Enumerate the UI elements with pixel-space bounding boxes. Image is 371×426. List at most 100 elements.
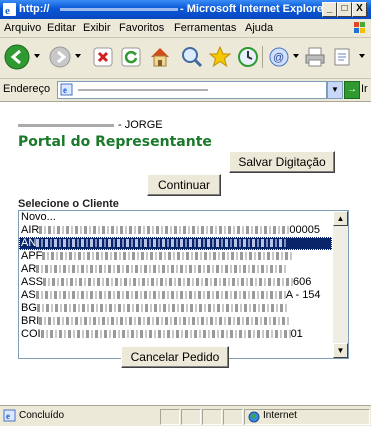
svg-text:e: e — [6, 411, 10, 421]
redacted-client-name — [40, 330, 291, 339]
client-listbox[interactable]: Novo... AIR 00005 AN APF AR ASS 606 AS A - 154 BG B… — [18, 210, 349, 359]
zone-pane: Internet — [244, 409, 370, 425]
client-option[interactable]: AR — [19, 263, 332, 276]
client-option-suffix: 01 — [290, 328, 303, 340]
client-option-prefix: COI — [21, 328, 41, 340]
globe-icon — [248, 411, 260, 423]
svg-text:e: e — [63, 85, 67, 95]
redacted-client-name — [42, 252, 293, 261]
client-option-prefix: AIR — [21, 224, 40, 236]
client-option-prefix: AN — [21, 237, 37, 249]
client-option-prefix: BRI — [21, 315, 40, 327]
forward-dropdown-icon[interactable] — [74, 52, 82, 60]
internet-explorer-icon: e — [3, 3, 16, 16]
status-pane-4 — [223, 409, 243, 425]
listbox-scrollbar[interactable]: ▲ ▼ — [333, 211, 348, 358]
go-button[interactable]: → — [344, 81, 360, 99]
svg-text:e: e — [5, 5, 10, 16]
client-option-prefix: ASS — [21, 276, 44, 288]
client-option[interactable]: APF — [19, 250, 332, 263]
zone-text: Internet — [263, 410, 297, 421]
address-dropdown-button[interactable]: ▼ — [327, 81, 343, 99]
client-option[interactable]: BG — [19, 302, 332, 315]
menu-favoritos[interactable]: Favoritos — [119, 22, 164, 34]
redacted-client-name — [35, 291, 286, 300]
go-label[interactable]: Ir — [361, 83, 368, 95]
address-label: Endereço — [3, 83, 51, 95]
print-icon[interactable] — [304, 46, 326, 68]
status-pane-2 — [181, 409, 201, 425]
home-icon[interactable] — [148, 45, 172, 69]
portal-title: Portal do Representante — [18, 134, 212, 150]
scroll-up-arrow-icon[interactable]: ▲ — [333, 211, 348, 226]
redacted-url — [78, 89, 208, 91]
stop-icon[interactable] — [92, 46, 114, 68]
svg-text:@: @ — [273, 52, 284, 64]
client-option-prefix: AR — [21, 263, 37, 275]
redacted-client-name — [36, 239, 287, 248]
client-option[interactable]: AN — [19, 237, 332, 250]
windows-logo-icon — [354, 22, 365, 33]
client-option-suffix: 606 — [293, 276, 312, 288]
toolbar-separator — [262, 46, 263, 68]
menu-arquivo[interactable]: Arquivo — [4, 22, 41, 34]
window-title-suffix: - Microsoft Internet Explorer — [180, 3, 328, 15]
continue-button[interactable]: Continuar — [147, 174, 221, 196]
search-icon[interactable] — [180, 45, 204, 69]
redacted-client-name — [43, 278, 294, 287]
page-done-icon: e — [3, 409, 16, 422]
edit-icon[interactable] — [332, 46, 354, 68]
address-bar: Endereço e ▼ → Ir — [0, 79, 371, 102]
menu-editar[interactable]: Editar — [47, 22, 76, 34]
client-option[interactable]: AS A - 154 — [19, 289, 332, 302]
menu-bar: Arquivo Editar Exibir Favoritos Ferramen… — [0, 19, 371, 38]
redacted-title-url — [60, 8, 178, 11]
address-input[interactable]: e — [57, 81, 327, 99]
redacted-client-name — [39, 226, 290, 235]
cancel-order-button[interactable]: Cancelar Pedido — [121, 346, 229, 368]
client-option-prefix: AS — [21, 289, 36, 301]
page-content: - JORGE Portal do Representante Salvar D… — [0, 102, 371, 405]
client-option[interactable]: BRI — [19, 315, 332, 328]
redacted-user-name — [18, 123, 114, 127]
scroll-down-arrow-icon[interactable]: ▼ — [333, 343, 348, 358]
status-text: Concluído — [19, 410, 65, 421]
client-list-items: Novo... AIR 00005 AN APF AR ASS 606 AS A - 154 BG B… — [19, 211, 332, 341]
edit-dropdown-icon[interactable] — [358, 52, 366, 60]
page-icon: e — [60, 83, 73, 96]
redacted-client-name — [36, 304, 287, 313]
back-icon[interactable] — [3, 43, 31, 71]
history-icon[interactable] — [236, 45, 260, 69]
select-client-label: Selecione o Cliente — [18, 198, 119, 210]
favorites-icon[interactable] — [208, 45, 232, 69]
client-option-suffix: A - 154 — [285, 289, 321, 301]
status-pane-3 — [202, 409, 222, 425]
menu-ajuda[interactable]: Ajuda — [245, 22, 273, 34]
client-option[interactable]: ASS 606 — [19, 276, 332, 289]
menu-ferramentas[interactable]: Ferramentas — [174, 22, 236, 34]
user-name-suffix: - JORGE — [118, 119, 163, 131]
refresh-icon[interactable] — [120, 46, 142, 68]
redacted-client-name — [39, 317, 290, 326]
status-pane-1 — [160, 409, 180, 425]
client-option[interactable]: Novo... — [19, 211, 332, 224]
maximize-button[interactable]: □ — [337, 2, 352, 17]
client-option[interactable]: COI 01 — [19, 328, 332, 341]
close-button[interactable]: X — [352, 2, 367, 17]
back-dropdown-icon[interactable] — [33, 52, 41, 60]
client-option-suffix: 00005 — [289, 224, 320, 236]
toolbar: @ — [0, 38, 371, 79]
redacted-client-name — [36, 265, 287, 274]
minimize-button[interactable]: _ — [322, 2, 337, 17]
user-line: - JORGE — [18, 119, 163, 131]
menu-exibir[interactable]: Exibir — [83, 22, 111, 34]
client-option[interactable]: AIR 00005 — [19, 224, 332, 237]
save-draft-button[interactable]: Salvar Digitação — [229, 151, 335, 173]
status-bar: e Concluído Internet — [0, 405, 371, 426]
mail-dropdown-icon[interactable] — [292, 52, 300, 60]
mail-icon[interactable]: @ — [268, 46, 290, 68]
client-option-prefix: BG — [21, 302, 37, 314]
client-option-prefix: Novo... — [21, 211, 56, 223]
client-option-prefix: APF — [21, 250, 43, 262]
forward-icon[interactable] — [48, 45, 72, 69]
